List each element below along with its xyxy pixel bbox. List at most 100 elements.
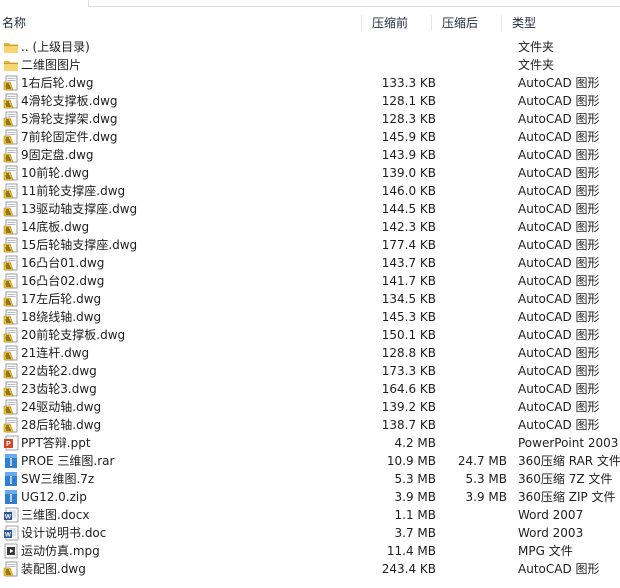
size-before: 142.3 KB bbox=[381, 220, 436, 234]
column-header-name[interactable]: 名称 bbox=[2, 12, 362, 34]
archive-file-icon bbox=[3, 471, 19, 487]
file-row[interactable]: 17左后轮.dwg 134.5 KB AutoCAD 图形 bbox=[0, 290, 620, 308]
file-row[interactable]: W 三维图.docx 1.1 MB Word 2007 bbox=[0, 506, 620, 524]
file-type: AutoCAD 图形 bbox=[518, 328, 600, 342]
autocad-file-icon bbox=[3, 291, 19, 307]
file-name: 二维图图片 bbox=[21, 58, 82, 72]
column-header-type-label: 类型 bbox=[512, 16, 537, 30]
autocad-file-icon bbox=[3, 399, 19, 415]
size-after bbox=[436, 92, 507, 110]
column-divider[interactable] bbox=[431, 15, 432, 31]
file-row[interactable]: 7前轮固定件.dwg 145.9 KB AutoCAD 图形 bbox=[0, 128, 620, 146]
file-name: 20前轮支撑板.dwg bbox=[21, 328, 126, 342]
column-header-name-label: 名称 bbox=[2, 16, 27, 30]
column-header-size-before[interactable]: 压缩前 bbox=[372, 12, 432, 34]
file-type: PowerPoint 2003 bbox=[518, 436, 619, 450]
autocad-file-icon bbox=[3, 111, 19, 127]
size-before: 173.3 KB bbox=[381, 364, 436, 378]
file-name: 18绕线轴.dwg bbox=[21, 310, 102, 324]
file-name: 13驱动轴支撑座.dwg bbox=[21, 202, 138, 216]
autocad-file-icon bbox=[3, 363, 19, 379]
file-type: AutoCAD 图形 bbox=[518, 418, 600, 432]
file-row[interactable]: 装配图.dwg 243.4 KB AutoCAD 图形 bbox=[0, 560, 620, 578]
size-before: 5.3 MB bbox=[394, 472, 436, 486]
file-row[interactable]: 23齿轮3.dwg 164.6 KB AutoCAD 图形 bbox=[0, 380, 620, 398]
autocad-file-icon bbox=[3, 417, 19, 433]
column-divider[interactable] bbox=[361, 15, 362, 31]
file-name: 15后轮轴支撑座.dwg bbox=[21, 238, 138, 252]
size-before: 143.7 KB bbox=[381, 256, 436, 270]
autocad-file-icon bbox=[3, 93, 19, 109]
archive-file-icon bbox=[3, 453, 19, 469]
file-row[interactable]: 20前轮支撑板.dwg 150.1 KB AutoCAD 图形 bbox=[0, 326, 620, 344]
file-row[interactable]: 4滑轮支撑板.dwg 128.1 KB AutoCAD 图形 bbox=[0, 92, 620, 110]
size-before: 134.5 KB bbox=[381, 292, 436, 306]
file-type: AutoCAD 图形 bbox=[518, 274, 600, 288]
file-type: AutoCAD 图形 bbox=[518, 382, 600, 396]
archive-file-list-window: 名称 压缩前 压缩后 类型 .. (上级目录) 文件夹 二维图图片 文件夹 1右后轮.d… bbox=[0, 0, 620, 588]
file-name: 14底板.dwg bbox=[21, 220, 90, 234]
file-name: 设计说明书.doc bbox=[21, 526, 107, 540]
file-name: 28后轮轴.dwg bbox=[21, 418, 102, 432]
file-name: 4滑轮支撑板.dwg bbox=[21, 94, 118, 108]
file-row[interactable]: 15后轮轴支撑座.dwg 177.4 KB AutoCAD 图形 bbox=[0, 236, 620, 254]
autocad-file-icon bbox=[3, 183, 19, 199]
autocad-file-icon bbox=[3, 129, 19, 145]
size-after bbox=[436, 38, 507, 56]
file-row[interactable]: SW三维图.7z 5.3 MB 5.3 MB 360压缩 7Z 文件 bbox=[0, 470, 620, 488]
file-row[interactable]: 9固定盘.dwg 143.9 KB AutoCAD 图形 bbox=[0, 146, 620, 164]
address-pane-edge bbox=[88, 0, 620, 7]
autocad-file-icon bbox=[3, 165, 19, 181]
file-row[interactable]: W 设计说明书.doc 3.7 MB Word 2003 bbox=[0, 524, 620, 542]
size-before: 150.1 KB bbox=[381, 328, 436, 342]
file-row[interactable]: 5滑轮支撑架.dwg 128.3 KB AutoCAD 图形 bbox=[0, 110, 620, 128]
autocad-file-icon bbox=[3, 381, 19, 397]
file-type: AutoCAD 图形 bbox=[518, 148, 600, 162]
size-after bbox=[436, 218, 507, 236]
file-list: .. (上级目录) 文件夹 二维图图片 文件夹 1右后轮.dwg 133.3 KB Auto… bbox=[0, 38, 620, 578]
file-row[interactable]: 28后轮轴.dwg 138.7 KB AutoCAD 图形 bbox=[0, 416, 620, 434]
size-after bbox=[436, 380, 507, 398]
archive-file-icon bbox=[3, 489, 19, 505]
file-name: 运动仿真.mpg bbox=[21, 544, 100, 558]
file-row[interactable]: 22齿轮2.dwg 173.3 KB AutoCAD 图形 bbox=[0, 362, 620, 380]
file-row[interactable]: UG12.0.zip 3.9 MB 3.9 MB 360压缩 ZIP 文件 bbox=[0, 488, 620, 506]
file-row[interactable]: .. (上级目录) 文件夹 bbox=[0, 38, 620, 56]
file-name: 17左后轮.dwg bbox=[21, 292, 102, 306]
file-name: SW三维图.7z bbox=[21, 472, 95, 486]
size-after bbox=[436, 506, 507, 524]
file-row[interactable]: 13驱动轴支撑座.dwg 144.5 KB AutoCAD 图形 bbox=[0, 200, 620, 218]
file-name: 23齿轮3.dwg bbox=[21, 382, 97, 396]
file-type: AutoCAD 图形 bbox=[518, 400, 600, 414]
file-name: 10前轮.dwg bbox=[21, 166, 90, 180]
file-row[interactable]: 16凸台02.dwg 141.7 KB AutoCAD 图形 bbox=[0, 272, 620, 290]
file-type: Word 2007 bbox=[518, 508, 584, 522]
file-row[interactable]: 21连杆.dwg 128.8 KB AutoCAD 图形 bbox=[0, 344, 620, 362]
file-row[interactable]: P PPT答辩.ppt 4.2 MB PowerPoint 2003 bbox=[0, 434, 620, 452]
file-name: 三维图.docx bbox=[21, 508, 90, 522]
file-row[interactable]: 24驱动轴.dwg 139.2 KB AutoCAD 图形 bbox=[0, 398, 620, 416]
file-type: AutoCAD 图形 bbox=[518, 292, 600, 306]
size-before: 141.7 KB bbox=[381, 274, 436, 288]
file-type: AutoCAD 图形 bbox=[518, 130, 600, 144]
file-row[interactable]: 1右后轮.dwg 133.3 KB AutoCAD 图形 bbox=[0, 74, 620, 92]
file-row[interactable]: PROE 三维图.rar 10.9 MB 24.7 MB 360压缩 RAR 文件 bbox=[0, 452, 620, 470]
powerpoint-file-icon: P bbox=[3, 435, 19, 451]
file-row[interactable]: 16凸台01.dwg 143.7 KB AutoCAD 图形 bbox=[0, 254, 620, 272]
size-after bbox=[436, 524, 507, 542]
file-row[interactable]: 10前轮.dwg 139.0 KB AutoCAD 图形 bbox=[0, 164, 620, 182]
file-type: 360压缩 7Z 文件 bbox=[518, 472, 613, 486]
size-before: 10.9 MB bbox=[386, 454, 436, 468]
column-header-bar: 名称 压缩前 压缩后 类型 bbox=[0, 12, 620, 34]
autocad-file-icon bbox=[3, 75, 19, 91]
folder-icon bbox=[3, 39, 19, 55]
file-row[interactable]: 二维图图片 文件夹 bbox=[0, 56, 620, 74]
size-before: 177.4 KB bbox=[381, 238, 436, 252]
file-row[interactable]: 18绕线轴.dwg 145.3 KB AutoCAD 图形 bbox=[0, 308, 620, 326]
file-row[interactable]: 运动仿真.mpg 11.4 MB MPG 文件 bbox=[0, 542, 620, 560]
file-row[interactable]: 11前轮支撑座.dwg 146.0 KB AutoCAD 图形 bbox=[0, 182, 620, 200]
column-divider[interactable] bbox=[501, 15, 502, 31]
column-header-type[interactable]: 类型 bbox=[512, 12, 620, 34]
column-header-size-after[interactable]: 压缩后 bbox=[442, 12, 502, 34]
file-row[interactable]: 14底板.dwg 142.3 KB AutoCAD 图形 bbox=[0, 218, 620, 236]
